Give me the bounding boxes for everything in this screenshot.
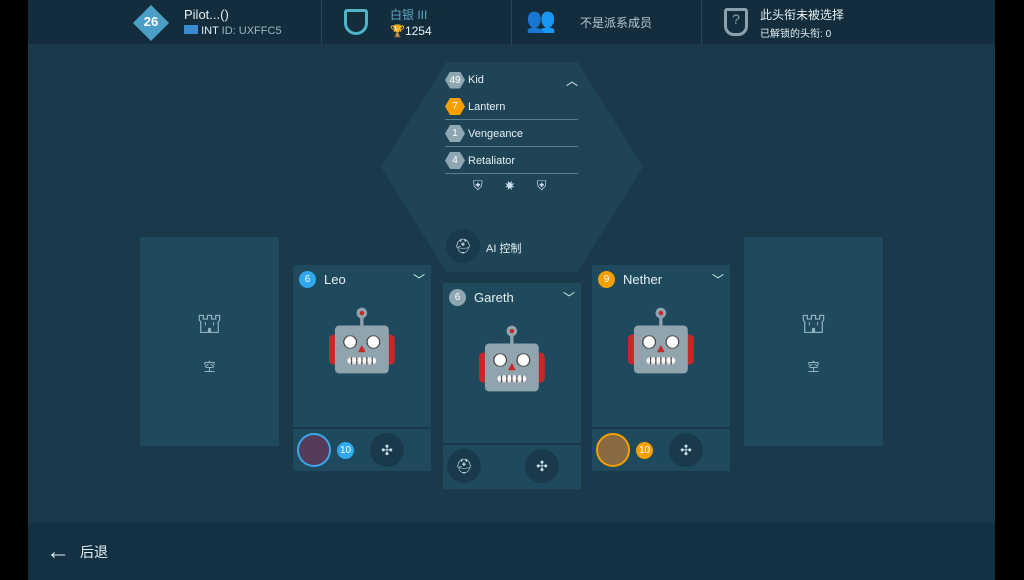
- robot-level: 6: [449, 289, 466, 306]
- robot-level: 6: [299, 271, 316, 288]
- pilot-avatar[interactable]: [596, 433, 630, 467]
- unlocked-label: 已解锁的头衔:: [760, 29, 823, 40]
- title-status: 此头衔未被选择: [760, 8, 845, 22]
- robot-silhouette-icon: ⛫: [800, 308, 827, 339]
- chevron-down-icon[interactable]: ﹀: [563, 289, 575, 306]
- pilot-level: 10: [337, 441, 354, 459]
- member-name: Retaliator: [468, 154, 516, 167]
- drone-icon[interactable]: ✣: [370, 433, 404, 467]
- trophy-icon: 🏆: [390, 24, 405, 38]
- empty-label: 空: [807, 360, 820, 374]
- drone-icon[interactable]: ✣: [669, 433, 703, 467]
- flag-icon: [184, 25, 198, 34]
- squad-member[interactable]: 4 Retaliator: [445, 148, 578, 174]
- player-profile[interactable]: 26 Pilot...() INT ID: UXFFC5: [28, 0, 322, 44]
- robot-level: 9: [598, 271, 615, 288]
- top-bar: 26 Pilot...() INT ID: UXFFC5 白银 III 🏆125…: [28, 0, 995, 44]
- empty-slot[interactable]: ⛫ 空: [140, 237, 279, 446]
- player-level: 26: [143, 14, 159, 29]
- trophy-count: 1254: [404, 24, 432, 38]
- robot-silhouette-icon: ⛫: [196, 308, 223, 339]
- league-name: 白银 III: [390, 8, 428, 22]
- squad-member[interactable]: 1 Vengeance: [445, 121, 578, 147]
- robot-name: Leo: [324, 272, 346, 287]
- player-id: UXFFC5: [238, 25, 282, 37]
- chevron-down-icon[interactable]: ﹀: [712, 271, 724, 288]
- member-name: Lantern: [468, 100, 506, 113]
- robot-image: 🤖: [474, 325, 550, 392]
- player-region: INT: [201, 25, 219, 37]
- chevron-down-icon[interactable]: ﹀: [413, 271, 425, 288]
- robot-name: Nether: [623, 272, 663, 287]
- pilot-helmet-icon: ⛑: [446, 229, 480, 263]
- id-label: ID:: [221, 25, 236, 37]
- question-shield-icon: ?: [724, 8, 748, 36]
- level-hex: 49: [445, 71, 465, 89]
- level-hex: 1: [445, 125, 465, 142]
- clan-panel[interactable]: 👥 不是派系成员: [512, 0, 702, 44]
- empty-slot[interactable]: ⛫ 空: [744, 237, 883, 446]
- robot-image: 🤖: [623, 307, 699, 374]
- screen: 26 Pilot...() INT ID: UXFFC5 白银 III 🏆125…: [28, 0, 995, 580]
- league-panel[interactable]: 白银 III 🏆1254: [322, 0, 512, 44]
- module-icons: ⛨✸⛨: [473, 178, 569, 193]
- player-name: Pilot...(): [184, 7, 229, 22]
- robot-card-leo[interactable]: 6 Leo ﹀ 🤖 10 ✣: [293, 265, 431, 471]
- squad-member[interactable]: 7 Lantern: [445, 94, 578, 120]
- drone-icon[interactable]: ✣: [525, 449, 559, 483]
- robot-name: Gareth: [474, 290, 514, 305]
- level-hex: 7: [445, 98, 465, 115]
- leader-name: Kid: [468, 74, 484, 86]
- squad-leader[interactable]: 49 Kid ︿: [445, 67, 578, 93]
- robot-card-gareth[interactable]: 6 Gareth ﹀ 🤖 ⛑ ✣: [443, 283, 581, 489]
- member-name: Vengeance: [468, 127, 524, 140]
- pilot-avatar[interactable]: [297, 433, 331, 467]
- arrow-left-icon: ←: [46, 537, 70, 565]
- clan-status: 不是派系成员: [580, 16, 653, 30]
- pilot-level: 10: [636, 441, 653, 459]
- back-label: 后退: [80, 543, 108, 560]
- clan-icon: 👥: [526, 7, 556, 34]
- shield-icon: [344, 9, 368, 35]
- empty-label: 空: [203, 360, 216, 374]
- robot-image: 🤖: [324, 307, 400, 374]
- level-hex: 4: [445, 152, 465, 169]
- robot-card-nether[interactable]: 9 Nether ﹀ 🤖 10 ✣: [592, 265, 730, 471]
- back-button[interactable]: ← 后退: [28, 523, 995, 580]
- chevron-up-icon[interactable]: ︿: [566, 72, 578, 89]
- unlocked-count: 0: [825, 29, 832, 40]
- ai-control-label: AI 控制: [486, 243, 522, 255]
- title-panel[interactable]: ? 此头衔未被选择 已解锁的头衔: 0: [702, 0, 962, 44]
- pilot-helmet-icon[interactable]: ⛑: [447, 449, 481, 483]
